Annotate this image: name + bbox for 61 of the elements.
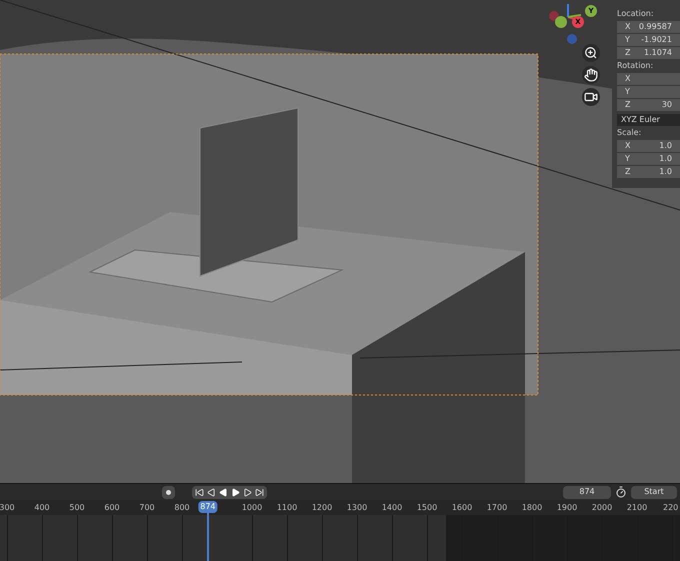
frame-number: 1100: [276, 502, 298, 514]
section-label: Scale:: [617, 127, 642, 139]
frame-number: 2000: [592, 502, 612, 514]
axis-label: X: [625, 73, 630, 85]
section-label: Location:: [617, 8, 655, 20]
value-field[interactable]: X 0.99587: [617, 21, 680, 33]
frame-number: 1900: [556, 502, 578, 514]
record-button[interactable]: [162, 486, 175, 498]
value-field[interactable]: Y -1.9021: [617, 34, 680, 46]
frame-number: 1200: [312, 502, 332, 514]
value-field[interactable]: Z 1.0: [617, 166, 680, 178]
field-value: 1.0: [659, 166, 672, 178]
axis-label: Z: [625, 99, 630, 111]
axis-label: Y: [625, 86, 630, 98]
frame-number: 1400: [382, 502, 402, 514]
frame-number: 1700: [486, 502, 508, 514]
current-frame-field[interactable]: 874: [563, 486, 611, 498]
stopwatch-icon[interactable]: [615, 486, 627, 498]
frame-number: 1000: [242, 502, 262, 514]
frame-number: 600: [104, 502, 120, 514]
field-value: 0.99587: [638, 21, 672, 33]
field-value: 1.0: [659, 140, 672, 152]
axis-label: X: [625, 21, 630, 33]
axis-label: Z: [625, 47, 630, 59]
value-field[interactable]: X 1.0: [617, 140, 680, 152]
rotation-mode-dropdown[interactable]: XYZ Euler: [617, 114, 680, 126]
frame-number: 220: [663, 502, 678, 514]
value-field[interactable]: X: [617, 73, 680, 85]
axis-label: X: [625, 140, 630, 152]
frame-number: 700: [139, 502, 155, 514]
frame-number: 300: [0, 502, 15, 514]
previous-keyframe-icon[interactable]: [207, 488, 216, 496]
next-keyframe-icon[interactable]: [243, 488, 252, 496]
play-reverse-icon[interactable]: [219, 488, 228, 496]
playhead-line[interactable]: [206, 510, 209, 561]
playhead-frame[interactable]: 874: [198, 501, 218, 513]
frame-number: 1600: [452, 502, 472, 514]
frame-number: 2100: [626, 502, 648, 514]
frame-number: 1300: [346, 502, 368, 514]
value-field[interactable]: Y 1.0: [617, 153, 680, 165]
start-frame-field[interactable]: Start: [631, 486, 677, 498]
frame-number: 400: [34, 502, 50, 514]
jump-start-icon[interactable]: [195, 488, 204, 496]
axis-label: Y: [625, 153, 630, 165]
value-field[interactable]: Z 1.1074: [617, 47, 680, 59]
axis-label: Y: [625, 34, 630, 46]
jump-end-icon[interactable]: [255, 488, 264, 496]
field-value: 1.0: [659, 153, 672, 165]
frame-number: 500: [69, 502, 85, 514]
value-field[interactable]: Z 30: [617, 99, 680, 111]
field-value: -1.9021: [641, 34, 672, 46]
axis-label: Z: [625, 166, 630, 178]
field-value: 30: [662, 99, 672, 111]
section-label: Rotation:: [617, 60, 654, 72]
field-value: 1.1074: [644, 47, 672, 59]
play-icon[interactable]: [231, 488, 240, 496]
frame-number: 1500: [416, 502, 438, 514]
axis-gizmo-icon[interactable]: [548, 2, 584, 46]
frame-number: 800: [174, 502, 190, 514]
frame-number: 1800: [522, 502, 542, 514]
value-field[interactable]: Y: [617, 86, 680, 98]
